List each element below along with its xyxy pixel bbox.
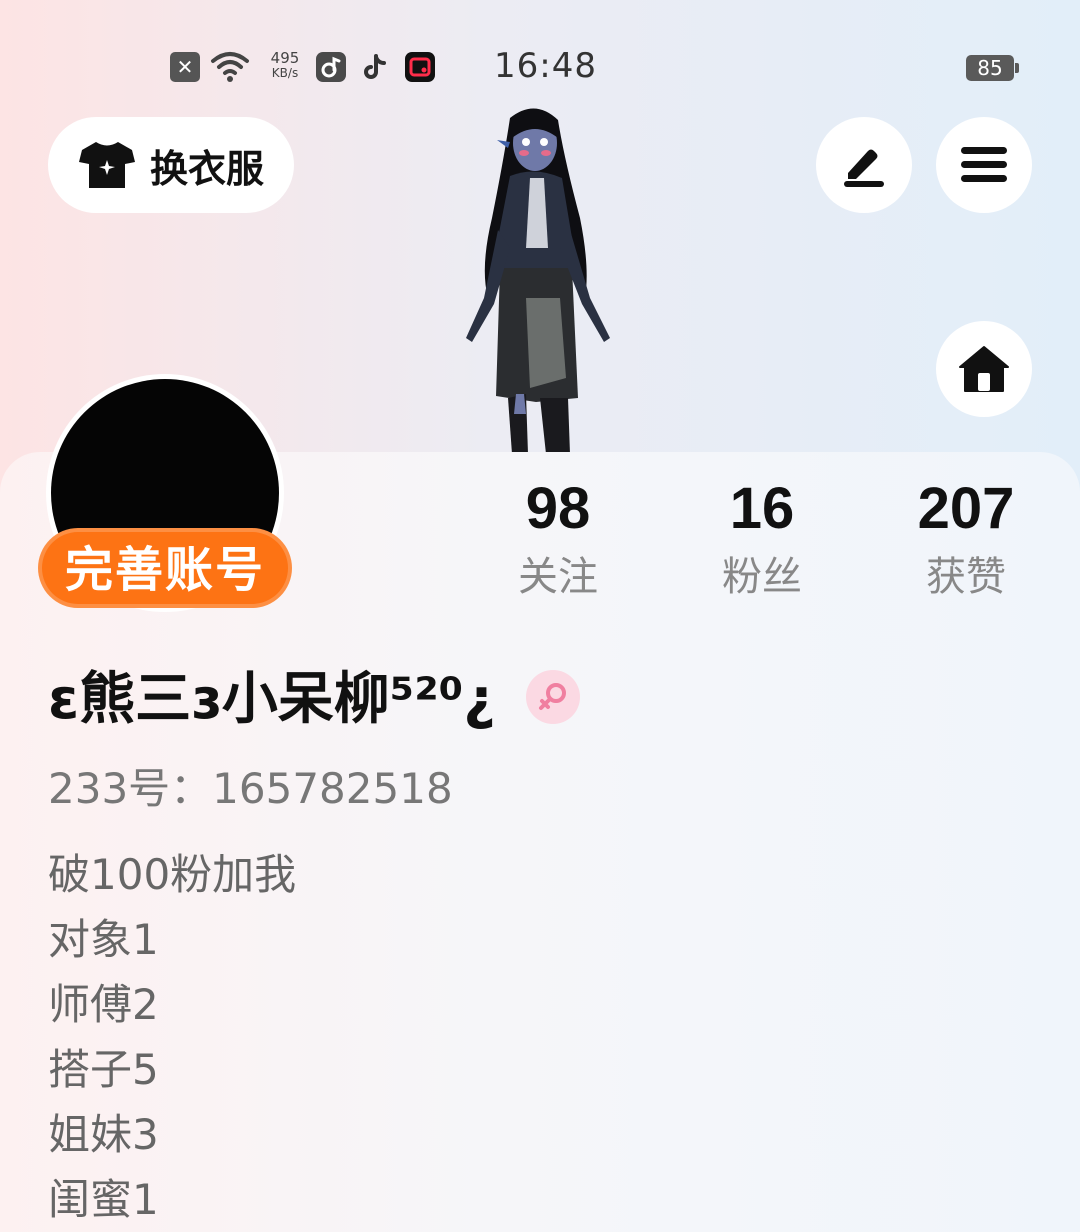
bio-line: 姐妹3 <box>48 1110 159 1159</box>
character-avatar-figure[interactable] <box>440 98 630 454</box>
stat-value: 16 <box>729 476 795 541</box>
home-icon <box>959 346 1009 392</box>
net-speed: 495 KB/s <box>266 50 304 80</box>
screen-record-icon <box>405 52 435 82</box>
bio-line: 破100粉加我 <box>48 850 297 899</box>
stat-label: 关注 <box>518 554 598 600</box>
home-button[interactable] <box>936 321 1032 417</box>
menu-icon <box>961 147 1007 182</box>
notification-close-icon: ✕ <box>170 52 200 82</box>
female-icon <box>539 683 566 710</box>
change-outfit-label: 换衣服 <box>150 146 265 191</box>
bio-line: 师傅2 <box>48 980 159 1029</box>
status-time: 16:48 <box>494 46 597 86</box>
menu-button[interactable] <box>936 117 1032 213</box>
stat-value: 207 <box>917 476 1015 541</box>
stat-likes[interactable]: 207 获赞 <box>876 474 1056 602</box>
music-app-icon <box>316 52 346 82</box>
stat-value: 98 <box>525 476 591 541</box>
battery-indicator: 85 <box>966 55 1019 81</box>
stat-label: 获赞 <box>926 554 1006 600</box>
stat-following[interactable]: 98 关注 <box>468 474 648 602</box>
bio-line: 闺蜜1 <box>48 1175 159 1224</box>
bio: 破100粉加我 对象1 师傅2 搭子5 姐妹3 闺蜜1 <box>48 842 296 1232</box>
shirt-icon <box>79 142 135 188</box>
bio-line: 搭子5 <box>48 1045 159 1094</box>
account-id: 233号：165782518 <box>48 764 453 813</box>
net-speed-value: 495 <box>270 49 300 67</box>
edit-profile-button[interactable] <box>816 117 912 213</box>
tiktok-icon <box>364 54 386 79</box>
net-speed-unit: KB/s <box>271 66 299 80</box>
bio-line: 对象1 <box>48 915 159 964</box>
edit-icon <box>844 149 884 187</box>
nickname: ɛ熊三ɜ小呆柳⁵²⁰¿ <box>48 667 496 732</box>
complete-account-button[interactable]: 完善账号 <box>38 528 292 608</box>
wifi-icon <box>211 52 249 82</box>
stat-label: 粉丝 <box>722 554 802 600</box>
change-outfit-button[interactable]: 换衣服 <box>48 117 294 213</box>
stat-followers[interactable]: 16 粉丝 <box>672 474 852 602</box>
gender-badge <box>526 670 580 724</box>
